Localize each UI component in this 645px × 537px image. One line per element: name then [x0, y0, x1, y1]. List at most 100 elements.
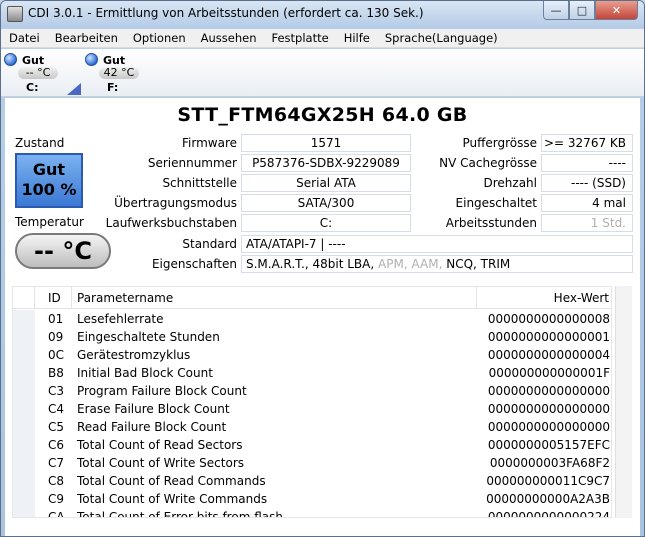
- attribute-id: C3: [48, 384, 65, 398]
- drive-selector-bar: Gut -- °C C: Gut 42 °C F:: [1, 49, 644, 97]
- attribute-name: Lesefehlerrate: [77, 312, 164, 326]
- attribute-id: 09: [48, 330, 64, 344]
- row-gutter: [13, 490, 35, 508]
- temperature-display[interactable]: -- °C: [15, 233, 111, 269]
- drive-button-c[interactable]: Gut -- °C C:: [4, 52, 64, 94]
- table-row[interactable]: C9 Total Count of Write Commands 000000000…: [13, 490, 611, 508]
- menu-festplatte[interactable]: Festplatte: [264, 31, 336, 45]
- menu-optionen[interactable]: Optionen: [125, 31, 193, 45]
- firmware-label: Firmware: [182, 136, 237, 150]
- row-gutter: [13, 454, 35, 472]
- minimize-icon: —: [550, 3, 562, 17]
- attribute-name: Erase Failure Block Count: [77, 402, 230, 416]
- selected-drive-marker: [67, 83, 81, 95]
- attribute-id: C8: [48, 474, 65, 488]
- drive-letters-label: Laufwerksbuchstaben: [105, 216, 237, 230]
- standard-label: Standard: [182, 237, 237, 251]
- interface-label: Schnittstelle: [162, 176, 237, 190]
- table-row[interactable]: C6 Total Count of Read Sectors 00000000051…: [13, 436, 611, 454]
- temperatur-label: Temperatur: [15, 215, 84, 229]
- attribute-id: CA: [48, 510, 65, 518]
- attribute-hex-value: 0000000003FA68F2: [489, 456, 610, 470]
- attribute-id: B8: [48, 366, 64, 380]
- attribute-name: Gerätestromzyklus: [77, 348, 191, 362]
- drive-letter: C:: [26, 81, 39, 94]
- attribute-name: Total Count of Error bits from flash: [77, 510, 283, 518]
- feature-apm: APM,: [378, 257, 408, 271]
- attribute-hex-value: 0000000000000224: [487, 510, 610, 518]
- features-label: Eigenschaften: [151, 257, 237, 271]
- powercount-value: 4 mal: [541, 194, 633, 212]
- table-row[interactable]: C8 Total Count of Read Commands 0000000000…: [13, 472, 611, 490]
- table-row[interactable]: 01 Lesefehlerrate 0000000000000008: [13, 310, 611, 328]
- drive-button-f[interactable]: Gut 42 °C F:: [85, 52, 145, 94]
- attribute-id: 01: [48, 312, 64, 326]
- row-gutter: [13, 328, 35, 346]
- attribute-id: 0C: [48, 348, 65, 362]
- attribute-hex-value: 00000000000A2A3B: [486, 492, 610, 506]
- feature-ncq: NCQ,: [446, 257, 477, 271]
- attribute-id: C5: [48, 420, 65, 434]
- attribute-name: Initial Bad Block Count: [77, 366, 213, 380]
- table-row[interactable]: 0C Gerätestromzyklus 0000000000000004: [13, 346, 611, 364]
- row-gutter: [13, 418, 35, 436]
- menu-bearbeiten[interactable]: Bearbeiten: [47, 31, 125, 45]
- smart-attributes-table[interactable]: ID Parametername Hex-Wert 01 Lesefehlerra…: [12, 286, 612, 518]
- health-status-icon: [85, 53, 98, 66]
- transfer-value: SATA/300: [241, 194, 411, 212]
- attribute-name: Total Count of Read Commands: [77, 474, 266, 488]
- health-status-icon: [4, 53, 17, 66]
- feature-48bit-lba: 48bit LBA,: [312, 257, 375, 271]
- row-gutter: [13, 364, 35, 382]
- feature-aam: AAM,: [411, 257, 443, 271]
- drive-temperature: -- °C: [18, 67, 58, 79]
- attribute-hex-value: 0000000000000004: [487, 348, 610, 362]
- app-icon: [7, 6, 23, 22]
- table-row[interactable]: CA Total Count of Error bits from flash 00…: [13, 508, 611, 518]
- feature-trim: TRIM: [480, 257, 511, 271]
- powercount-label: Eingeschaltet: [455, 196, 537, 210]
- table-scrollbar[interactable]: [615, 286, 632, 518]
- hours-value: 1 Std.: [541, 214, 633, 232]
- table-row[interactable]: C3 Program Failure Block Count 00000000000…: [13, 382, 611, 400]
- zustand-label: Zustand: [15, 136, 65, 150]
- title-bar[interactable]: CDI 3.0.1 - Ermittlung von Arbeitsstunde…: [1, 1, 644, 28]
- menu-hilfe[interactable]: Hilfe: [336, 31, 377, 45]
- close-button[interactable]: ✕: [595, 1, 638, 20]
- table-row[interactable]: B8 Initial Bad Block Count 000000000000001…: [13, 364, 611, 382]
- attribute-hex-value: 0000000005157EFC: [487, 438, 610, 452]
- minimize-button[interactable]: —: [543, 1, 569, 20]
- health-status-button[interactable]: Gut 100 %: [15, 153, 83, 208]
- attribute-name: Total Count of Read Sectors: [77, 438, 243, 452]
- attribute-id: C4: [48, 402, 65, 416]
- column-header-name[interactable]: Parametername: [72, 287, 477, 309]
- table-row[interactable]: C5 Read Failure Block Count 00000000000000…: [13, 418, 611, 436]
- column-header-hex[interactable]: Hex-Wert: [477, 287, 611, 309]
- header-gutter: [13, 287, 35, 309]
- table-row[interactable]: 09 Eingeschaltete Stunden 0000000000000001: [13, 328, 611, 346]
- drive-letter: F:: [107, 81, 119, 94]
- rpm-label: Drehzahl: [483, 176, 538, 190]
- health-text: Gut: [32, 160, 66, 179]
- serial-label: Seriennummer: [147, 156, 237, 170]
- health-percent: 100 %: [21, 180, 77, 199]
- menu-sprache[interactable]: Sprache(Language): [377, 31, 505, 45]
- row-gutter: [13, 472, 35, 490]
- table-row[interactable]: C7 Total Count of Write Sectors 0000000003…: [13, 454, 611, 472]
- nvcache-label: NV Cachegrösse: [439, 156, 537, 170]
- attribute-hex-value: 000000000000001F: [488, 366, 610, 380]
- row-gutter: [13, 436, 35, 454]
- attribute-name: Total Count of Write Commands: [77, 492, 268, 506]
- drive-model-title: STT_FTM64GX25H 64.0 GB: [177, 104, 468, 126]
- menu-bar: Datei Bearbeiten Optionen Aussehen Festp…: [1, 29, 644, 48]
- attribute-hex-value: 0000000000000000: [487, 402, 610, 416]
- table-row[interactable]: C4 Erase Failure Block Count 0000000000000…: [13, 400, 611, 418]
- column-header-id[interactable]: ID: [35, 287, 72, 309]
- buffer-value: >= 32767 KB: [541, 134, 633, 152]
- menu-datei[interactable]: Datei: [1, 31, 47, 45]
- menu-aussehen[interactable]: Aussehen: [193, 31, 264, 45]
- table-header: ID Parametername Hex-Wert: [13, 287, 611, 309]
- maximize-button[interactable]: □: [569, 1, 595, 20]
- window-controls: — □ ✕: [543, 1, 638, 20]
- buffer-label: Puffergrösse: [462, 136, 537, 150]
